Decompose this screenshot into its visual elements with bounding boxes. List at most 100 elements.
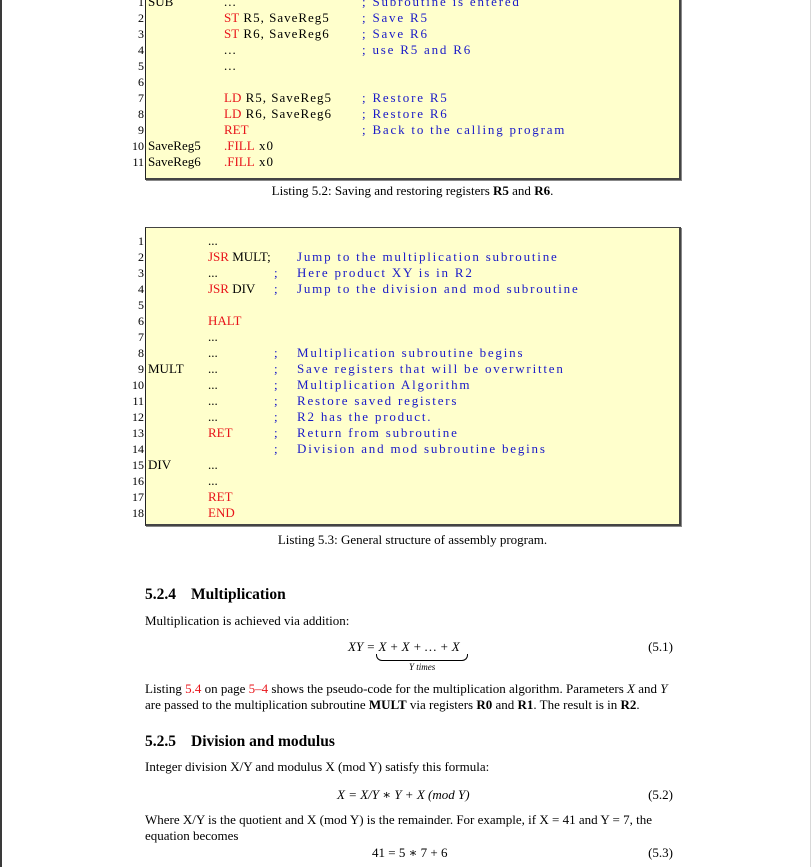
comment-semicolon: ; <box>274 281 280 296</box>
line-number: 11 <box>132 394 144 408</box>
line-number: 6 <box>138 314 144 328</box>
code-operands: R6, SaveReg6 <box>239 26 330 41</box>
code-label: DIV <box>148 457 172 472</box>
code-line: 12...; R2 has the product. <box>132 409 679 425</box>
listing-ref-link[interactable]: 5.4 <box>185 681 201 696</box>
code-instruction: JSR MULT; <box>208 249 271 265</box>
code-operands: ... <box>208 377 218 392</box>
line-number: 4 <box>138 43 144 57</box>
code-line: 8 LD R6, SaveReg6 ; Restore R6 <box>138 106 679 122</box>
code-line: 5 <box>138 297 679 313</box>
code-line: 4... ; use R5 and R6 <box>138 42 679 58</box>
code-instruction: RET <box>208 425 233 441</box>
code-instruction: ... <box>208 409 218 425</box>
code-keyword: .FILL <box>224 154 255 169</box>
line-number: 8 <box>138 346 144 360</box>
code-comment: Division and mod subroutine begins <box>297 441 547 456</box>
equation-5-1: XY = X + X + … + X <box>348 639 460 654</box>
division-paragraph: Where X/Y is the quotient and X (mod Y) … <box>145 812 652 843</box>
comment-semicolon: ; <box>274 377 280 392</box>
code-comment: ; Subroutine is entered <box>362 0 521 9</box>
line-number: 2 <box>138 11 144 25</box>
code-operands: ... <box>224 58 237 73</box>
code-line: 3 ST R6, SaveReg6 ; Save R6 <box>138 26 679 42</box>
comment-semicolon: ; <box>274 361 280 376</box>
code-keyword: ST <box>224 10 240 25</box>
code-line: 15 DIV... <box>132 457 679 473</box>
code-label: MULT <box>148 361 184 376</box>
listing-5-2-caption: Listing 5.2: Saving and restoring regist… <box>271 183 554 198</box>
code-keyword: ST <box>224 26 240 41</box>
code-listing-5-2: 1 SUB... ; Subroutine is entered 2 ST R5, Sa… <box>132 0 681 180</box>
code-line: 2 JSR MULT; Jump to the multiplication sub… <box>138 249 679 265</box>
code-line: 14; Division and mod subroutine begins <box>132 441 679 457</box>
line-number: 3 <box>138 27 144 41</box>
comment-semicolon: ; <box>274 393 280 408</box>
code-comment: ; Save R5 <box>362 10 429 25</box>
code-comment: Restore saved registers <box>297 393 459 408</box>
line-number: 14 <box>132 442 144 456</box>
code-instruction: JSR DIV <box>208 281 255 297</box>
code-instruction: HALT <box>208 313 241 329</box>
code-comment: R2 has the product. <box>297 409 433 424</box>
code-comment: Save registers that will be overwritten <box>297 361 565 376</box>
code-line: 5... <box>138 58 679 74</box>
line-number: 4 <box>138 282 144 296</box>
code-instruction: RET <box>224 122 249 138</box>
code-instruction: ST R6, SaveReg6 <box>224 26 330 42</box>
code-keyword: JSR <box>208 249 229 264</box>
code-line: 9 RET ; Back to the calling program <box>138 122 679 138</box>
equation-5-2: X = X/Y ∗ Y + X (mod Y) <box>337 787 470 802</box>
code-operands: ... <box>208 233 218 248</box>
code-instruction: ... <box>208 265 218 281</box>
multiplication-paragraph: Listing 5.4 on page 5–4 shows the pseudo… <box>145 681 668 712</box>
code-instruction: END <box>208 505 235 521</box>
code-instruction: RET <box>208 489 233 505</box>
code-instruction: ... <box>208 457 218 473</box>
line-number: 15 <box>132 458 144 472</box>
line-number: 1 <box>138 0 144 9</box>
line-number: 10 <box>132 139 144 153</box>
line-number: 1 <box>138 234 144 248</box>
code-operands: x0 <box>254 138 274 153</box>
line-number: 9 <box>138 123 144 137</box>
code-operands: ... <box>208 473 218 488</box>
line-number: 5 <box>138 59 144 73</box>
code-label: SaveReg5 <box>148 138 201 153</box>
line-number: 6 <box>138 75 144 89</box>
line-number: 7 <box>138 330 144 344</box>
line-number: 8 <box>138 107 144 121</box>
comment-semicolon: ; <box>274 409 280 424</box>
code-instruction: ... <box>208 473 218 489</box>
code-operands: MULT; <box>228 249 271 264</box>
code-operands: ... <box>208 457 218 472</box>
code-line: 17 RET <box>132 489 679 505</box>
code-line: 10...; Multiplication Algorithm <box>132 377 679 393</box>
code-line: 11 SaveReg6 .FILL x0 <box>132 154 679 170</box>
line-number: 9 <box>138 362 144 376</box>
line-number: 17 <box>132 490 144 504</box>
code-keyword: RET <box>224 122 249 137</box>
page-ref-link[interactable]: 5–4 <box>249 681 269 696</box>
equation-number-5-2: (5.2) <box>648 787 673 802</box>
code-comment: Return from subroutine <box>297 425 459 440</box>
line-number: 3 <box>138 266 144 280</box>
code-keyword: RET <box>208 425 233 440</box>
code-line: 6 <box>138 74 679 90</box>
code-operands: ... <box>224 0 237 9</box>
comment-semicolon: ; <box>274 425 280 440</box>
code-comment: ; Restore R6 <box>362 106 449 121</box>
code-comment: ; Restore R5 <box>362 90 449 105</box>
line-number: 2 <box>138 250 144 264</box>
code-instruction: ... <box>208 377 218 393</box>
code-line: 7... <box>138 329 679 345</box>
multiplication-intro: Multiplication is achieved via addition: <box>145 613 350 628</box>
line-number: 13 <box>132 426 144 440</box>
line-number: 12 <box>132 410 144 424</box>
code-instruction: ... <box>208 345 218 361</box>
code-comment: Multiplication Algorithm <box>297 377 472 392</box>
equation-number-5-1: (5.1) <box>648 639 673 654</box>
code-operands: ... <box>208 361 218 376</box>
line-number: 5 <box>138 298 144 312</box>
line-number: 18 <box>132 506 144 520</box>
